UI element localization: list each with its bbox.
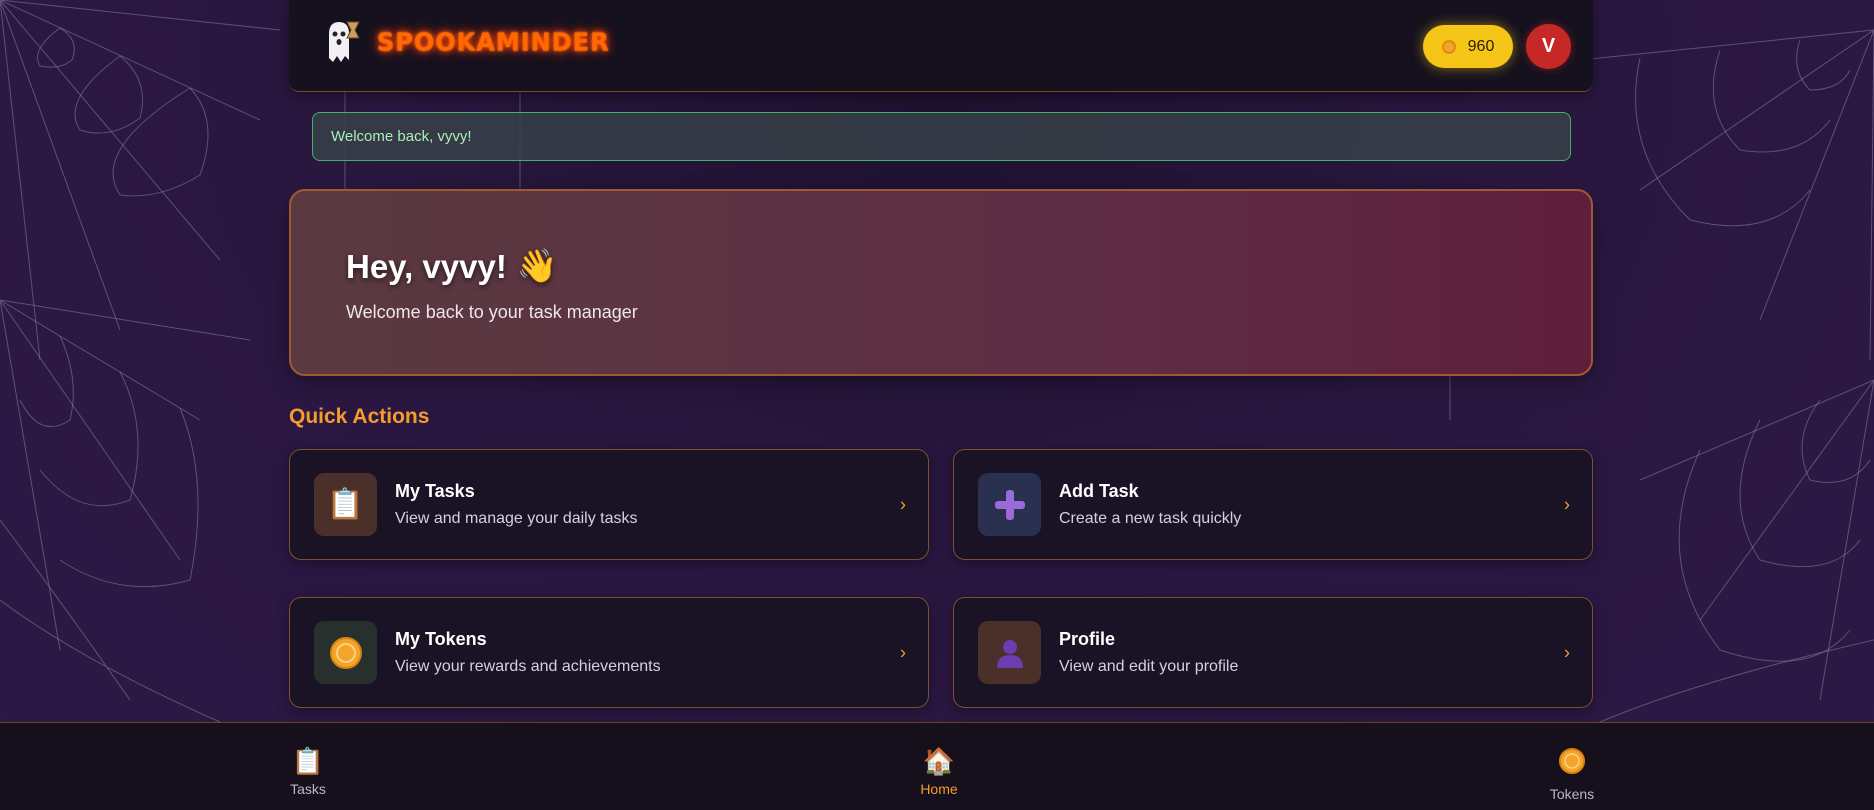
profile-card[interactable]: Profile View and edit your profile ›: [953, 597, 1593, 708]
nav-home[interactable]: 🏠 Home: [899, 747, 979, 797]
chevron-right-icon: ›: [900, 642, 906, 662]
hero-subtitle: Welcome back to your task manager: [346, 302, 638, 322]
my-tokens-card[interactable]: My Tokens View your rewards and achievem…: [289, 597, 929, 708]
brand-name: SPOOKAMINDER: [377, 27, 610, 57]
user-avatar[interactable]: V: [1526, 24, 1571, 69]
nav-tasks[interactable]: 📋 Tasks: [268, 747, 348, 797]
greeting-hero: Hey, vyvy! 👋 Welcome back to your task m…: [289, 189, 1593, 376]
app-logo[interactable]: SPOOKAMINDER: [319, 14, 610, 70]
card-title: My Tasks: [395, 481, 475, 501]
coin-icon: [314, 621, 377, 684]
user-icon: [978, 621, 1041, 684]
clipboard-icon: 📋: [314, 473, 377, 536]
quick-actions-title: Quick Actions: [289, 405, 430, 428]
add-task-card[interactable]: Add Task Create a new task quickly ›: [953, 449, 1593, 560]
card-subtitle: View your rewards and achievements: [395, 658, 661, 675]
waving-hand-icon: 👋: [516, 247, 558, 284]
plus-icon: [978, 473, 1041, 536]
coin-icon: [1441, 39, 1456, 54]
coin-icon-shape: [329, 636, 362, 669]
bottom-navigation: 📋 Tasks 🏠 Home Tokens: [0, 722, 1874, 810]
clipboard-icon: 📋: [291, 746, 325, 776]
card-title: My Tokens: [395, 629, 487, 649]
hero-title: Hey, vyvy!: [346, 247, 507, 285]
house-icon: 🏠: [922, 746, 956, 776]
nav-label: Tasks: [290, 781, 326, 797]
chevron-right-icon: ›: [1564, 642, 1570, 662]
plus-icon-shape: [994, 489, 1025, 520]
coin-icon-shape: [1559, 748, 1585, 774]
chevron-right-icon: ›: [1564, 494, 1570, 514]
nav-label: Tokens: [1549, 786, 1595, 802]
card-subtitle: View and manage your daily tasks: [395, 510, 638, 527]
app-header: SPOOKAMINDER 960 V: [289, 0, 1593, 92]
user-icon-shape: [996, 639, 1023, 668]
token-count: 960: [1467, 37, 1495, 55]
nav-tokens[interactable]: Tokens: [1532, 747, 1612, 802]
nav-label: Home: [920, 781, 958, 797]
token-balance-badge[interactable]: 960: [1423, 25, 1513, 68]
coin-icon: [1558, 747, 1586, 780]
card-title: Add Task: [1059, 481, 1139, 501]
hero-title-row: Hey, vyvy! 👋: [346, 247, 1591, 286]
welcome-banner: Welcome back, vyvy!: [312, 112, 1571, 161]
card-subtitle: View and edit your profile: [1059, 658, 1239, 675]
chevron-right-icon: ›: [900, 494, 906, 514]
ghost-icon: [329, 21, 360, 62]
my-tasks-card[interactable]: 📋 My Tasks View and manage your daily ta…: [289, 449, 929, 560]
card-subtitle: Create a new task quickly: [1059, 510, 1242, 527]
card-title: Profile: [1059, 629, 1116, 649]
